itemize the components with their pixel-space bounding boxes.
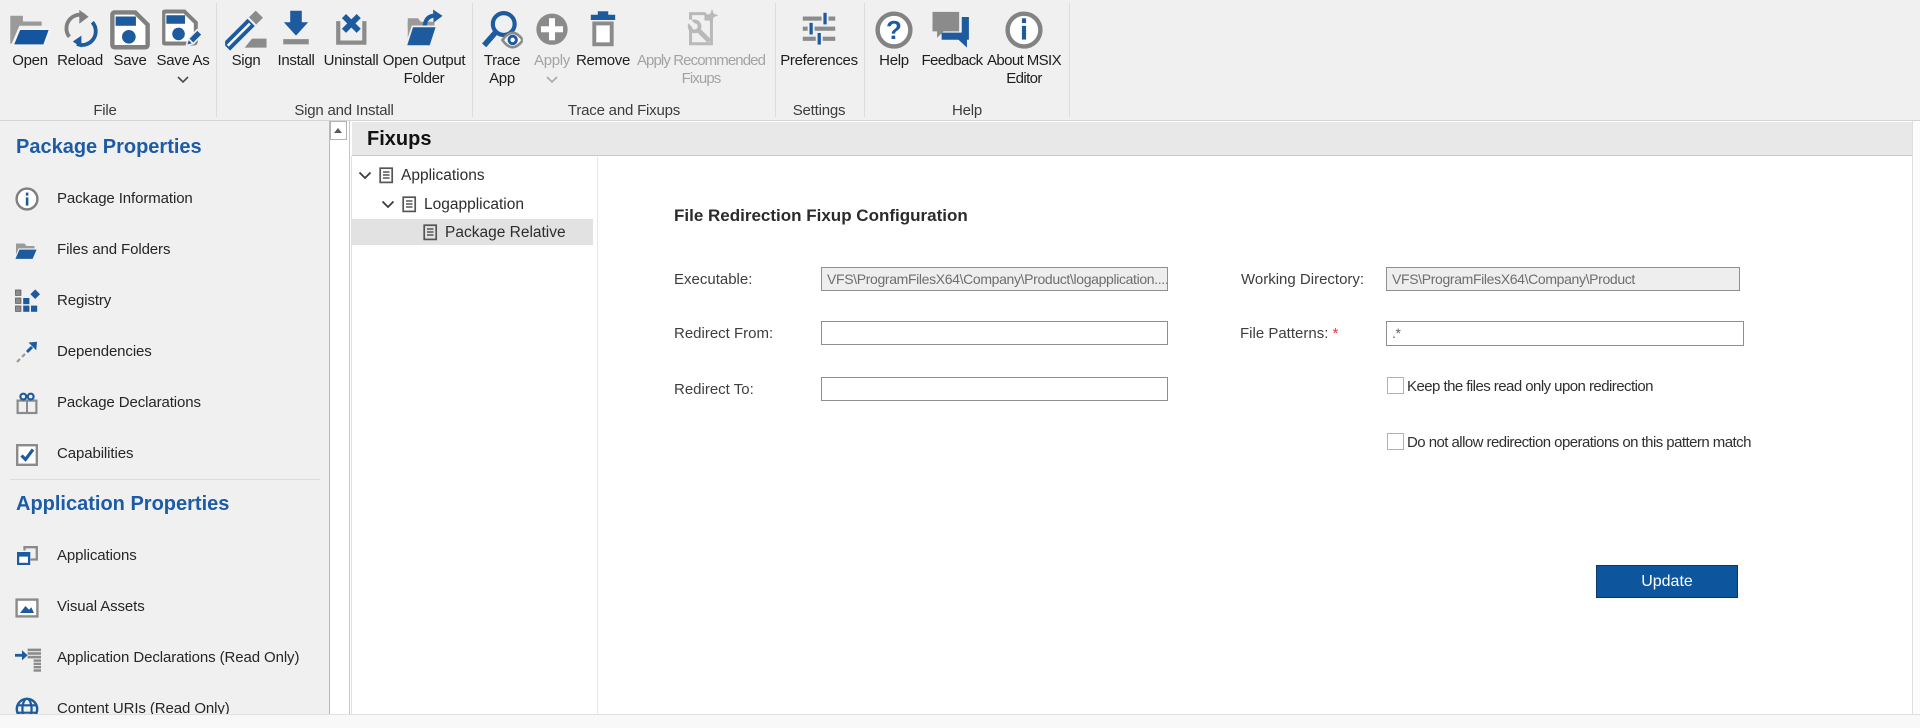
svg-text:?: ? bbox=[886, 15, 902, 45]
